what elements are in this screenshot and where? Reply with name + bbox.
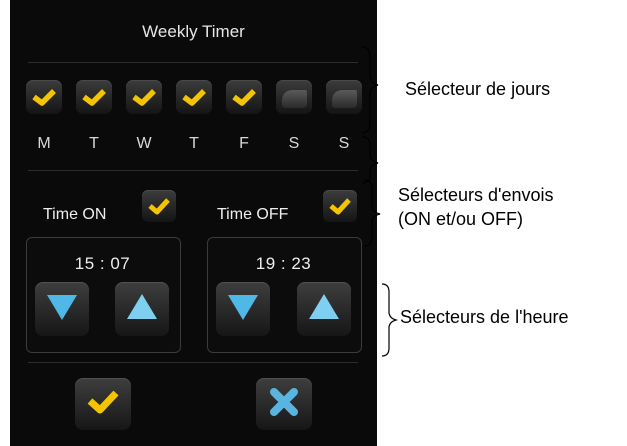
time-on-checkbox[interactable] — [142, 190, 176, 222]
annotation-send-line1: Sélecteurs d'envois — [398, 185, 554, 205]
checkmark-icon — [328, 197, 352, 215]
arrow-down-icon — [226, 292, 260, 327]
divider — [28, 362, 358, 363]
day-checkbox[interactable] — [176, 80, 212, 114]
cancel-button[interactable] — [256, 378, 312, 430]
unchecked-sheen — [332, 90, 357, 108]
brace-send — [363, 179, 381, 247]
annotation-send-line2: (ON et/ou OFF) — [398, 209, 524, 229]
day-checkbox[interactable] — [26, 80, 62, 114]
cross-icon — [269, 387, 299, 422]
confirm-button[interactable] — [75, 378, 131, 430]
weekly-timer-panel: Weekly Timer M T W T F S S Time ON Time OFF 15… — [10, 0, 377, 446]
day-label: T — [189, 135, 199, 152]
arrow-down-icon — [45, 292, 79, 327]
time-on-increase-button[interactable] — [115, 282, 169, 336]
checkmark-icon — [231, 87, 257, 107]
checkmark-icon — [131, 87, 157, 107]
checkmark-icon — [147, 197, 171, 215]
divider — [28, 62, 358, 63]
time-off-value: 19 : 23 — [255, 254, 312, 273]
time-off-decrease-button[interactable] — [216, 282, 270, 336]
time-on-label: Time ON — [43, 206, 107, 223]
checkmark-icon — [81, 87, 107, 107]
day-label: S — [338, 135, 350, 152]
annotation-days: Sélecteur de jours — [405, 79, 551, 99]
arrow-up-icon — [125, 292, 159, 327]
panel-title: Weekly Timer — [142, 22, 245, 41]
day-label: M — [37, 135, 51, 152]
checkmark-icon — [86, 389, 120, 420]
divider — [28, 170, 358, 171]
checkmark-icon — [181, 87, 207, 107]
day-label: F — [239, 135, 249, 152]
annotation-hours: Sélecteurs de l'heure — [400, 307, 569, 327]
day-label: W — [136, 135, 152, 152]
brace-hours — [381, 283, 398, 357]
day-checkbox[interactable] — [76, 80, 112, 114]
time-off-increase-button[interactable] — [297, 282, 351, 336]
day-label: T — [89, 135, 99, 152]
unchecked-sheen — [282, 90, 307, 108]
day-checkbox[interactable] — [276, 80, 312, 114]
day-checkbox[interactable] — [326, 80, 362, 114]
time-off-checkbox[interactable] — [323, 190, 357, 222]
checkmark-icon — [31, 87, 57, 107]
time-off-label: Time OFF — [217, 206, 289, 223]
time-on-decrease-button[interactable] — [35, 282, 89, 336]
arrow-up-icon — [307, 292, 341, 327]
day-checkbox[interactable] — [226, 80, 262, 114]
day-label: S — [288, 135, 300, 152]
day-checkbox[interactable] — [126, 80, 162, 114]
time-on-value: 15 : 07 — [74, 254, 131, 273]
